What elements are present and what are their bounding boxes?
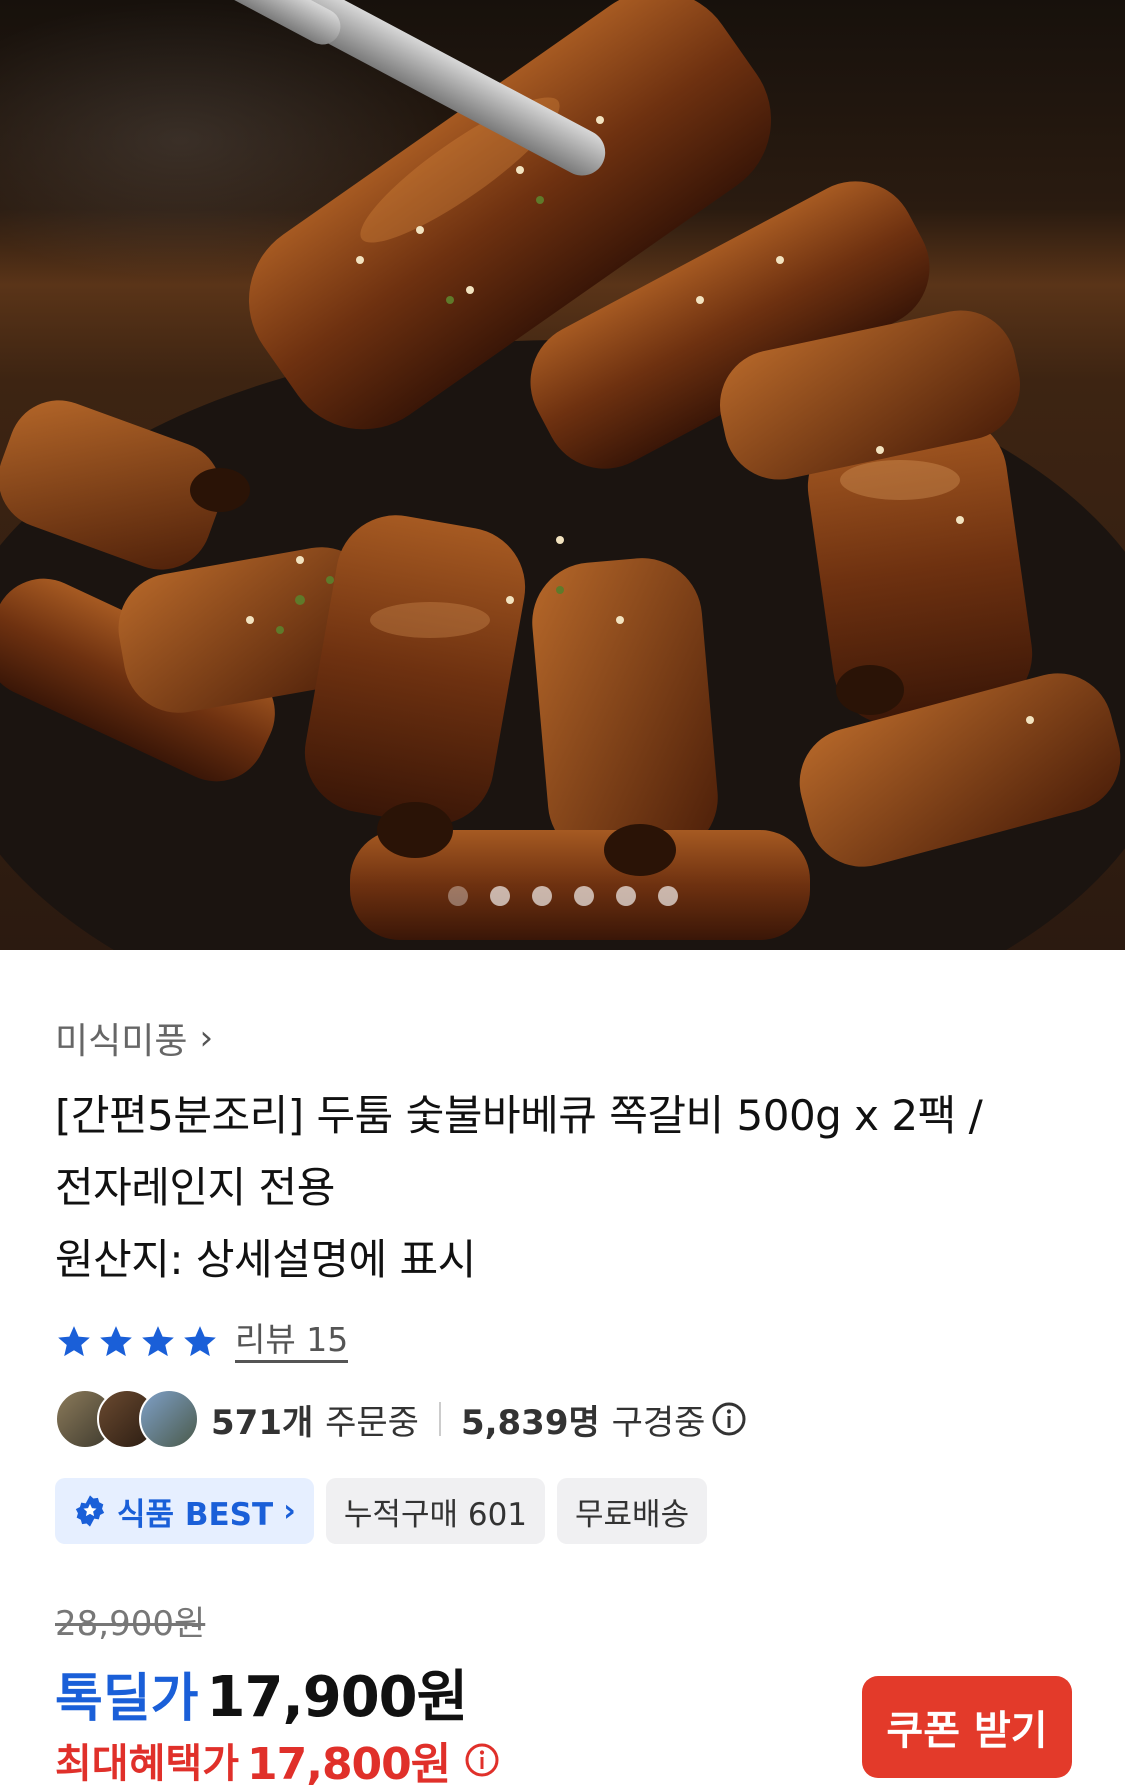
order-stats-row: 571개 주문중 5,839명 구경중 [55,1389,747,1449]
carousel-dot[interactable] [573,886,594,906]
max-benefit-row: 최대혜택가 17,800원 [55,1728,500,1792]
star-icon [142,1325,174,1356]
avatar [139,1389,199,1449]
ordering-value: 571개 [211,1402,314,1443]
chevron-right-icon: › [199,1018,214,1058]
chevron-right-icon: › [283,1493,296,1529]
product-photo-illustration [0,0,1125,950]
deal-label: 톡딜가 [55,1669,199,1729]
product-image[interactable] [0,0,1125,950]
food-best-chip[interactable]: 식품 BEST › [55,1478,314,1544]
review-count-link[interactable]: 리뷰 15 [235,1320,349,1363]
badge-chips: 식품 BEST › 누적구매 601 무료배송 [55,1478,708,1544]
star-icon [58,1325,90,1356]
carousel-dot[interactable] [657,886,678,906]
carousel-dot[interactable] [531,886,552,906]
deal-price-row: 톡딜가 17,900원 [55,1652,469,1733]
max-benefit-label: 최대혜택가 [55,1741,239,1787]
origin-text: 원산지: 상세설명에 표시 [55,1235,476,1284]
info-icon[interactable] [711,1401,747,1437]
carousel-dot[interactable] [615,886,636,906]
cumulative-purchase-chip: 누적구매 601 [325,1478,546,1544]
seller-link[interactable]: 미식미풍 › [55,1012,213,1064]
carousel-dot[interactable] [489,886,510,906]
star-rating [55,1323,219,1361]
divider [438,1402,441,1436]
max-benefit-price: 17,800원 [247,1739,451,1790]
best-badge-icon [75,1495,105,1527]
viewing-value: 5,839명 [460,1402,600,1443]
star-icon [100,1325,132,1356]
original-price: 28,900원 [55,1604,206,1644]
ordering-suffix: 주문중 [325,1402,419,1443]
title-line-2: 전자레인지 전용 [55,1163,335,1212]
rating-row: 리뷰 15 [55,1320,349,1363]
ordering-count: 571개 주문중 [211,1395,419,1444]
viewing-suffix: 구경중 [611,1402,706,1443]
carousel-dot[interactable] [447,886,468,906]
get-coupon-button[interactable]: 쿠폰 받기 [862,1676,1072,1778]
info-icon[interactable] [464,1742,500,1778]
best-chip-label: 식품 BEST [117,1496,274,1533]
carousel-indicator[interactable] [0,886,1125,906]
seller-name: 미식미풍 [55,1021,188,1062]
product-title: [간편5분조리] 두툼 숯불바베큐 쪽갈비 500g x 2팩 / 전자레인지 … [55,1080,1085,1296]
viewing-count: 5,839명 구경중 [461,1395,706,1444]
deal-price: 17,900원 [206,1665,469,1730]
star-icon [184,1325,216,1356]
free-shipping-chip: 무료배송 [557,1478,708,1544]
title-line-1: [간편5분조리] 두툼 숯불바베큐 쪽갈비 500g x 2팩 / [55,1091,983,1140]
buyer-avatars [55,1389,199,1449]
